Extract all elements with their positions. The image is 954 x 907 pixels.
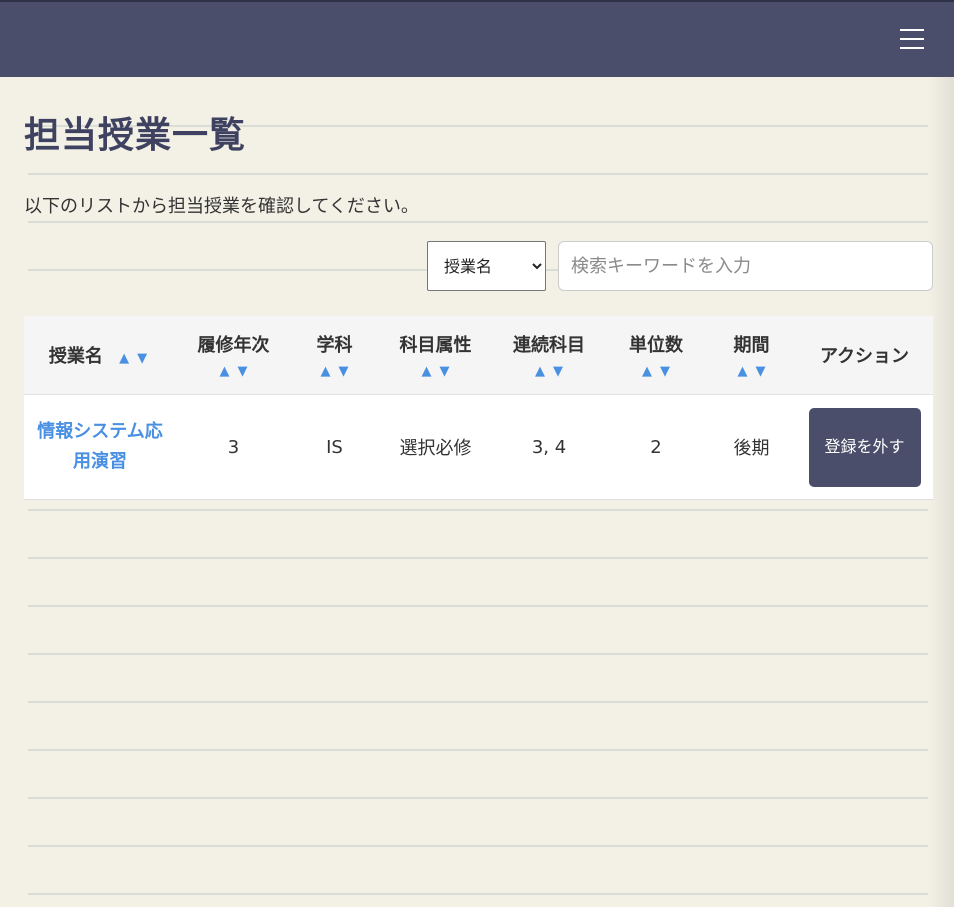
cell-action: 登録を外す — [796, 394, 933, 500]
sort-controls: ▲ ▼ — [291, 363, 378, 379]
hamburger-line — [900, 47, 924, 49]
sort-controls: ▲ ▼ — [605, 363, 707, 379]
sort-desc-icon[interactable]: ▼ — [549, 365, 567, 379]
ruled-line — [28, 557, 928, 559]
ruled-line — [28, 605, 928, 607]
sort-asc-icon[interactable]: ▲ — [638, 365, 656, 379]
top-navigation-bar — [0, 0, 954, 77]
ruled-line — [28, 221, 928, 223]
cell-year: 3 — [176, 394, 291, 500]
column-label: 授業名 — [48, 346, 103, 367]
column-label: 学科 — [316, 335, 353, 356]
column-label: 科目属性 — [399, 335, 472, 356]
search-input[interactable] — [558, 241, 933, 291]
column-label: 連続科目 — [513, 335, 585, 356]
sort-desc-icon[interactable]: ▼ — [133, 351, 151, 366]
column-header-attribute: 科目属性 ▲ ▼ — [378, 316, 493, 395]
sort-desc-icon[interactable]: ▼ — [234, 365, 252, 379]
ruled-line — [28, 701, 928, 703]
hamburger-line — [900, 38, 924, 40]
sort-desc-icon[interactable]: ▼ — [752, 365, 770, 379]
ruled-line — [28, 509, 928, 511]
sort-controls: ▲ ▼ — [176, 363, 291, 379]
ruled-line — [28, 653, 928, 655]
sort-controls: ▲ ▼ — [493, 363, 605, 379]
cell-course-name: 情報システム応用演習 — [24, 394, 176, 500]
column-header-action: アクション — [796, 316, 933, 395]
ruled-line — [28, 845, 928, 847]
cell-term: 後期 — [707, 394, 796, 500]
sort-asc-icon[interactable]: ▲ — [531, 365, 549, 379]
column-label: 単位数 — [629, 335, 683, 356]
course-table: 授業名 ▲ ▼ 履修年次 ▲ ▼ 学科 ▲ ▼ 科目属性 ▲ ▼ 連続科目 ▲ … — [24, 316, 933, 500]
column-header-course-name: 授業名 ▲ ▼ — [24, 316, 176, 395]
hamburger-menu-icon[interactable] — [900, 28, 924, 50]
cell-department: IS — [291, 394, 378, 500]
sort-asc-icon[interactable]: ▲ — [115, 351, 133, 366]
sort-desc-icon[interactable]: ▼ — [656, 365, 674, 379]
column-label: 期間 — [733, 335, 770, 356]
cell-continuous: 3, 4 — [493, 394, 605, 500]
column-header-term: 期間 ▲ ▼ — [707, 316, 796, 395]
page-title: 担当授業一覧 — [24, 115, 247, 156]
table-header-row: 授業名 ▲ ▼ 履修年次 ▲ ▼ 学科 ▲ ▼ 科目属性 ▲ ▼ 連続科目 ▲ … — [24, 316, 933, 395]
ruled-line — [28, 749, 928, 751]
column-header-year: 履修年次 ▲ ▼ — [176, 316, 291, 395]
search-field-select[interactable]: 授業名 — [427, 241, 546, 291]
sort-desc-icon[interactable]: ▼ — [335, 365, 353, 379]
sort-controls: ▲ ▼ — [707, 363, 796, 379]
ruled-line — [28, 893, 928, 895]
sort-asc-icon[interactable]: ▲ — [216, 365, 234, 379]
sort-asc-icon[interactable]: ▲ — [418, 365, 436, 379]
sort-asc-icon[interactable]: ▲ — [317, 365, 335, 379]
cell-attribute: 選択必修 — [378, 394, 493, 500]
table-row: 情報システム応用演習 3 IS 選択必修 3, 4 2 後期 登録を外す — [24, 394, 933, 500]
page-intro-text: 以下のリストから担当授業を確認してください。 — [24, 196, 419, 217]
sort-desc-icon[interactable]: ▼ — [436, 365, 454, 379]
column-label: 履修年次 — [197, 335, 270, 356]
column-header-department: 学科 ▲ ▼ — [291, 316, 378, 395]
cell-credits: 2 — [605, 394, 707, 500]
hamburger-line — [900, 29, 924, 31]
unregister-button[interactable]: 登録を外す — [808, 407, 921, 487]
ruled-line — [28, 173, 928, 175]
column-label: アクション — [819, 346, 910, 367]
sort-asc-icon[interactable]: ▲ — [734, 365, 752, 379]
sort-controls: ▲ ▼ — [378, 363, 493, 379]
ruled-line — [28, 797, 928, 799]
column-header-continuous: 連続科目 ▲ ▼ — [493, 316, 605, 395]
column-header-credits: 単位数 ▲ ▼ — [605, 316, 707, 395]
course-name-link[interactable]: 情報システム応用演習 — [35, 417, 165, 477]
